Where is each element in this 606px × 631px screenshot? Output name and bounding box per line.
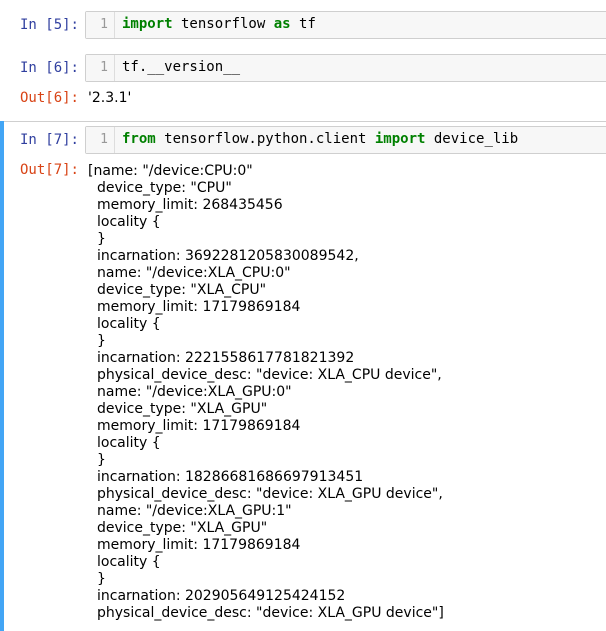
code-line[interactable]: tf.__version__ <box>122 59 240 75</box>
line-gutter: 1 <box>86 55 115 81</box>
line-gutter: 1 <box>86 12 115 38</box>
notebook: In [5]: 1 import tensorflow as tf In [6]… <box>0 0 606 631</box>
input-prompt: In [5]: <box>19 17 79 33</box>
output-line: incarnation: 3692281205830089542, <box>97 248 359 264</box>
output-line: device_type: "XLA_CPU" <box>97 282 267 298</box>
code-line[interactable]: from tensorflow.python.client import dev… <box>122 131 518 147</box>
code-token: device_lib <box>425 131 519 147</box>
output-line: } <box>97 231 106 247</box>
code-keyword: as <box>273 16 291 32</box>
code-editor[interactable]: 1 from tensorflow.python.client import d… <box>85 126 606 154</box>
line-number: 1 <box>100 60 108 75</box>
output-line: device_type: "CPU" <box>97 180 232 196</box>
output-line: device_type: "XLA_GPU" <box>97 401 268 417</box>
line-gutter: 1 <box>86 127 115 153</box>
code-cell-6[interactable]: In [6]: 1 tf.__version__ Out[6]: '2.3.1' <box>0 54 606 114</box>
code-cell-5[interactable]: In [5]: 1 import tensorflow as tf <box>0 11 606 41</box>
output-line: incarnation: 18286681686697913451 <box>97 469 364 485</box>
output-line: incarnation: 202905649125424152 <box>97 588 346 604</box>
output-line: locality { <box>97 554 161 570</box>
output-line: memory_limit: 17179869184 <box>97 418 301 434</box>
output-line: memory_limit: 17179869184 <box>97 537 301 553</box>
output-line: memory_limit: 17179869184 <box>97 299 301 315</box>
output-line: physical_device_desc: "device: XLA_GPU d… <box>97 605 444 621</box>
code-token: tf <box>290 16 316 32</box>
output-line: name: "/device:XLA_CPU:0" <box>97 265 291 281</box>
code-keyword: import <box>122 16 173 32</box>
output-line: } <box>97 333 106 349</box>
input-prompt: In [6]: <box>19 60 79 76</box>
code-token: tensorflow.python.client <box>155 131 375 147</box>
output-line: locality { <box>97 214 161 230</box>
code-keyword: import <box>374 131 426 147</box>
output-line: [name: "/device:CPU:0" <box>88 163 253 179</box>
output-line: memory_limit: 268435456 <box>97 197 283 213</box>
output-line: name: "/device:XLA_GPU:0" <box>97 384 292 400</box>
code-editor[interactable]: 1 import tensorflow as tf <box>85 11 606 39</box>
output-prompt: Out[7]: <box>19 162 79 178</box>
code-editor[interactable]: 1 tf.__version__ <box>85 54 606 82</box>
output-line: } <box>97 571 106 587</box>
line-number: 1 <box>100 17 108 32</box>
code-line[interactable]: import tensorflow as tf <box>122 16 316 32</box>
line-number: 1 <box>100 132 108 147</box>
output-line: physical_device_desc: "device: XLA_GPU d… <box>97 486 443 502</box>
output-prompt: Out[6]: <box>19 90 79 106</box>
code-token: tensorflow <box>172 16 274 32</box>
output-line: locality { <box>97 316 161 332</box>
code-token: tf.__version__ <box>122 59 241 75</box>
output-line: physical_device_desc: "device: XLA_CPU d… <box>97 367 442 383</box>
output-line: device_type: "XLA_GPU" <box>97 520 268 536</box>
code-cell-7[interactable]: In [7]: 1 from tensorflow.python.client … <box>0 126 606 631</box>
output-text: '2.3.1' <box>88 90 132 106</box>
output-line: name: "/device:XLA_GPU:1" <box>97 503 292 519</box>
selected-cell-border <box>4 121 606 122</box>
output-line: incarnation: 2221558617781821392 <box>97 350 355 366</box>
output-line: locality { <box>97 435 161 451</box>
code-keyword: from <box>122 131 156 147</box>
device-list-output: [name: "/device:CPU:0" device_type: "CPU"… <box>88 163 444 622</box>
output-line: } <box>97 452 106 468</box>
input-prompt: In [7]: <box>19 132 79 148</box>
